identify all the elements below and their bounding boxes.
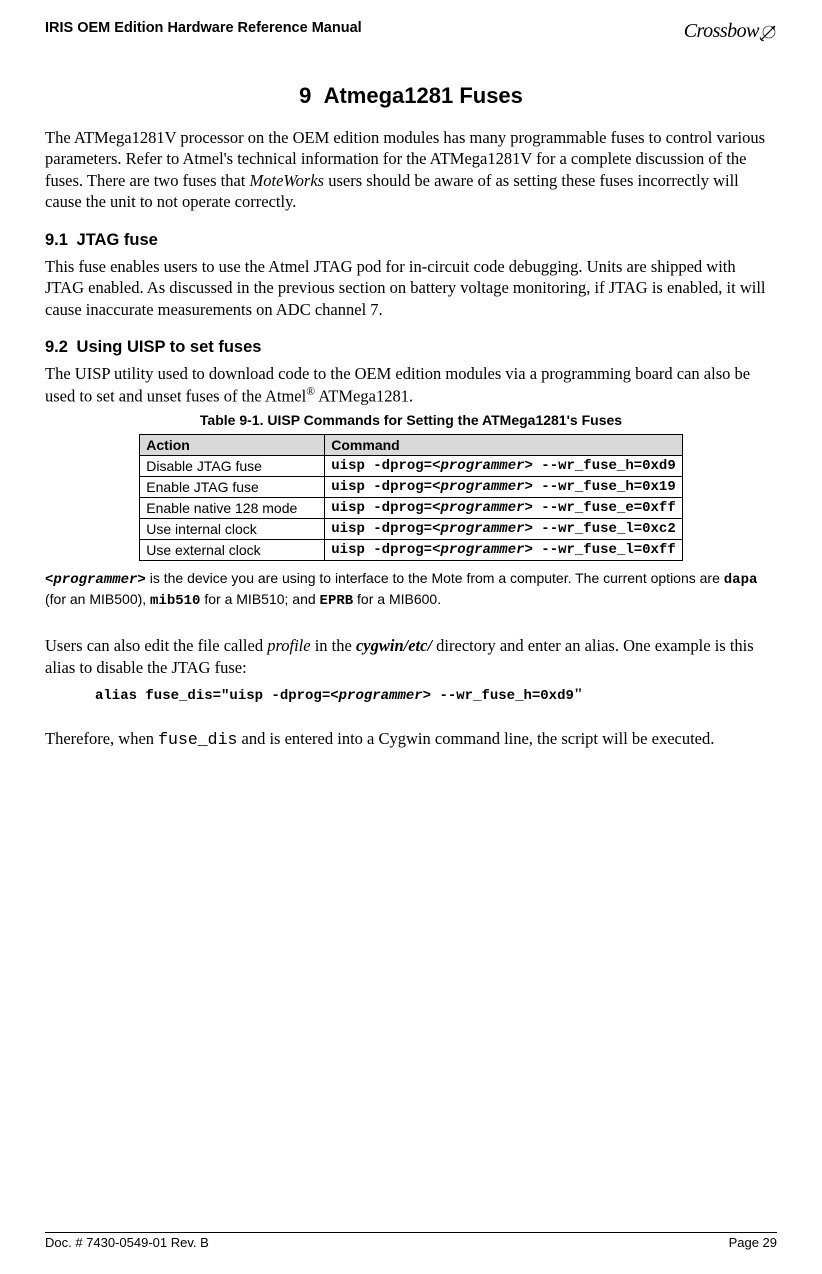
table-row: Enable native 128 mode uisp -dprog=<prog… <box>140 498 682 519</box>
action-cell: Enable native 128 mode <box>140 498 325 519</box>
command-cell: uisp -dprog=<programmer> --wr_fuse_l=0xc… <box>325 519 682 540</box>
action-header: Action <box>140 435 325 456</box>
manual-title: IRIS OEM Edition Hardware Reference Manu… <box>45 20 362 36</box>
programmer-note: <programmer> is the device you are using… <box>45 569 777 611</box>
command-cell: uisp -dprog=<programmer> --wr_fuse_e=0xf… <box>325 498 682 519</box>
uisp-commands-table: Action Command Disable JTAG fuse uisp -d… <box>139 434 682 561</box>
crossbow-arrow-icon <box>759 22 779 42</box>
command-header: Command <box>325 435 682 456</box>
profile-paragraph: Users can also edit the file called prof… <box>45 635 777 678</box>
section-9-2-heading: 9.2 Using UISP to set fuses <box>45 338 777 357</box>
command-cell: uisp -dprog=<programmer> --wr_fuse_h=0x1… <box>325 477 682 498</box>
table-row: Use internal clock uisp -dprog=<programm… <box>140 519 682 540</box>
table-row: Enable JTAG fuse uisp -dprog=<programmer… <box>140 477 682 498</box>
page-number: Page 29 <box>729 1235 777 1250</box>
table-row: Disable JTAG fuse uisp -dprog=<programme… <box>140 456 682 477</box>
section-9-1-text: This fuse enables users to use the Atmel… <box>45 256 777 320</box>
intro-paragraph: The ATMega1281V processor on the OEM edi… <box>45 127 777 213</box>
section-9-2-text: The UISP utility used to download code t… <box>45 363 777 406</box>
action-cell: Use internal clock <box>140 519 325 540</box>
command-cell: uisp -dprog=<programmer> --wr_fuse_l=0xf… <box>325 540 682 561</box>
page-footer: Doc. # 7430-0549-01 Rev. B Page 29 <box>45 1232 777 1250</box>
therefore-paragraph: Therefore, when fuse_dis and is entered … <box>45 728 777 750</box>
crossbow-logo: Crossbow <box>684 20 777 43</box>
table-caption: Table 9-1. UISP Commands for Setting the… <box>45 412 777 428</box>
alias-code: alias fuse_dis="uisp -dprog=<programmer>… <box>95 686 777 704</box>
command-cell: uisp -dprog=<programmer> --wr_fuse_h=0xd… <box>325 456 682 477</box>
page-header: IRIS OEM Edition Hardware Reference Manu… <box>45 20 777 43</box>
action-cell: Use external clock <box>140 540 325 561</box>
action-cell: Enable JTAG fuse <box>140 477 325 498</box>
action-cell: Disable JTAG fuse <box>140 456 325 477</box>
doc-number: Doc. # 7430-0549-01 Rev. B <box>45 1235 209 1250</box>
section-9-1-heading: 9.1 JTAG fuse <box>45 231 777 250</box>
table-row: Use external clock uisp -dprog=<programm… <box>140 540 682 561</box>
table-header-row: Action Command <box>140 435 682 456</box>
chapter-heading: 9 Atmega1281 Fuses <box>45 83 777 109</box>
